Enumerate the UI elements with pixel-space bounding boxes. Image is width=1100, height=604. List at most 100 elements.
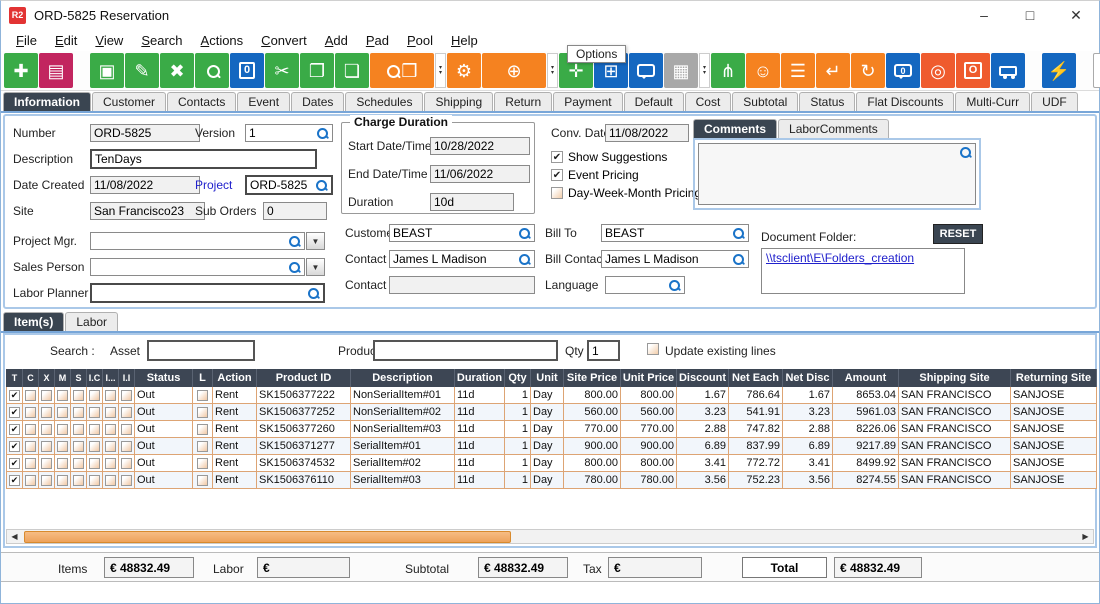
row-checkbox[interactable] <box>105 407 116 418</box>
row-selected-checkbox[interactable]: ✔ <box>9 458 20 469</box>
search-icon[interactable] <box>732 227 745 240</box>
row-checkbox[interactable] <box>25 458 36 469</box>
gears-button[interactable]: ⚙ <box>447 53 481 88</box>
menu-actions[interactable]: Actions <box>192 31 253 50</box>
row-checkbox[interactable] <box>57 390 68 401</box>
conv-date-field[interactable]: 11/08/2022 <box>605 124 689 142</box>
menu-pool[interactable]: Pool <box>398 31 442 50</box>
menu-edit[interactable]: Edit <box>46 31 86 50</box>
end-date-field[interactable]: 11/06/2022 <box>430 165 530 183</box>
column-header-t[interactable]: T <box>7 369 23 387</box>
row-checkbox[interactable] <box>121 390 132 401</box>
tab-laborcomments[interactable]: LaborComments <box>778 119 889 138</box>
search-icon[interactable] <box>518 253 531 266</box>
table-row[interactable]: ✔OutRentSK1506377252NonSerialItem#0211d1… <box>6 404 1096 421</box>
row-checkbox[interactable] <box>57 441 68 452</box>
print-button[interactable]: ▤ <box>39 53 73 88</box>
table-row[interactable]: ✔OutRentSK1506377260NonSerialItem#0311d1… <box>6 421 1096 438</box>
reset-button[interactable]: RESET <box>933 224 983 244</box>
menu-view[interactable]: View <box>86 31 132 50</box>
dropdown-arrows-icon[interactable]: ▾▾ <box>699 53 710 88</box>
menu-file[interactable]: File <box>7 31 46 50</box>
column-header-net-each[interactable]: Net Each <box>729 369 783 387</box>
tab-labor[interactable]: Labor <box>65 312 118 331</box>
scroll-left-arrow[interactable]: ◀ <box>7 530 22 543</box>
labor-planner-field[interactable] <box>90 283 325 303</box>
find-product-button[interactable]: ❒ <box>370 53 434 88</box>
pricing-option-checkbox[interactable]: ✔ <box>551 169 563 181</box>
sales-person-dropdown[interactable]: ▼ <box>306 258 325 276</box>
tab-dates[interactable]: Dates <box>291 92 344 111</box>
comments-textarea[interactable] <box>698 143 976 205</box>
row-checkbox[interactable] <box>197 441 208 452</box>
row-checkbox[interactable] <box>105 475 116 486</box>
row-selected-checkbox[interactable]: ✔ <box>9 390 20 401</box>
close-button[interactable]: ✕ <box>1053 1 1099 29</box>
tab-schedules[interactable]: Schedules <box>345 92 423 111</box>
coins-add-button[interactable]: ◎ <box>921 53 955 88</box>
column-header-product-id[interactable]: Product ID <box>257 369 351 387</box>
add-purchase-order-button[interactable]: ⊕ <box>482 53 546 88</box>
horizontal-scrollbar[interactable]: ◀ ▶ <box>6 529 1094 544</box>
update-existing-checkbox[interactable] <box>647 343 659 355</box>
menu-convert[interactable]: Convert <box>252 31 316 50</box>
row-checkbox[interactable] <box>105 424 116 435</box>
row-checkbox[interactable] <box>73 475 84 486</box>
row-checkbox[interactable] <box>105 390 116 401</box>
workflow-tree-button[interactable]: ⋔ <box>711 53 745 88</box>
menu-pad[interactable]: Pad <box>357 31 398 50</box>
document-folder-link[interactable]: \\tsclient\E\Folders_creation <box>766 251 914 265</box>
exit-button[interactable]: ⇥ <box>1093 53 1100 88</box>
edit-button[interactable]: ✎ <box>125 53 159 88</box>
delete-button[interactable]: ✖ <box>160 53 194 88</box>
site-field[interactable]: San Francisco23 <box>90 202 205 220</box>
copy-button[interactable]: ❐ <box>300 53 334 88</box>
clipboard-sync-button[interactable]: ↻ <box>851 53 885 88</box>
row-checkbox[interactable] <box>89 390 100 401</box>
column-header-m[interactable]: M <box>55 369 71 387</box>
search-icon[interactable] <box>316 127 329 140</box>
project-mgr-field[interactable] <box>90 232 305 250</box>
tab-payment[interactable]: Payment <box>553 92 622 111</box>
copy-document-button[interactable]: 0 <box>230 53 264 88</box>
pricing-option-checkbox[interactable]: ✔ <box>551 151 563 163</box>
version-field[interactable]: 1 <box>245 124 333 142</box>
row-selected-checkbox[interactable]: ✔ <box>9 441 20 452</box>
column-header-returning-site[interactable]: Returning Site <box>1011 369 1097 387</box>
row-checkbox[interactable] <box>41 458 52 469</box>
search-icon[interactable] <box>959 146 972 159</box>
row-checkbox[interactable] <box>57 458 68 469</box>
column-header-description[interactable]: Description <box>351 369 455 387</box>
row-checkbox[interactable] <box>41 424 52 435</box>
row-checkbox[interactable] <box>89 475 100 486</box>
product-input[interactable] <box>373 340 558 361</box>
tab-shipping[interactable]: Shipping <box>424 92 493 111</box>
search-icon[interactable] <box>288 235 301 248</box>
row-checkbox[interactable] <box>73 390 84 401</box>
project-mgr-dropdown[interactable]: ▼ <box>306 232 325 250</box>
language-field[interactable] <box>605 276 685 294</box>
save-button[interactable]: ▣ <box>90 53 124 88</box>
row-checkbox[interactable] <box>73 441 84 452</box>
column-header-qty[interactable]: Qty <box>505 369 531 387</box>
row-checkbox[interactable] <box>89 424 100 435</box>
truck-button[interactable] <box>991 53 1025 88</box>
column-header-s[interactable]: S <box>71 369 87 387</box>
row-checkbox[interactable] <box>89 441 100 452</box>
column-header-status[interactable]: Status <box>135 369 193 387</box>
row-checkbox[interactable] <box>197 424 208 435</box>
tab-default[interactable]: Default <box>624 92 684 111</box>
column-header-c[interactable]: C <box>23 369 39 387</box>
column-header-l[interactable]: L <box>193 369 213 387</box>
scroll-list-button[interactable]: ☰ <box>781 53 815 88</box>
tab-subtotal[interactable]: Subtotal <box>732 92 798 111</box>
dropdown-arrows-icon[interactable]: ▾▾ <box>435 53 446 88</box>
row-selected-checkbox[interactable]: ✔ <box>9 407 20 418</box>
tab-event[interactable]: Event <box>237 92 290 111</box>
minimize-button[interactable]: – <box>961 1 1007 29</box>
search-icon[interactable] <box>315 179 328 192</box>
row-checkbox[interactable] <box>105 441 116 452</box>
options-bubble-button[interactable] <box>629 53 663 88</box>
row-checkbox[interactable] <box>121 424 132 435</box>
row-checkbox[interactable] <box>73 424 84 435</box>
